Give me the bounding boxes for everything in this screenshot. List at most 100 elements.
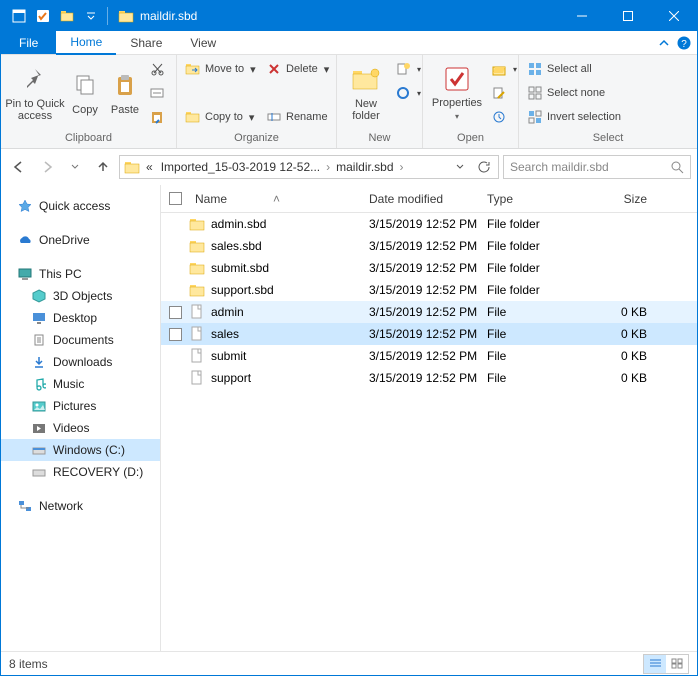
open-button[interactable]: ▾ bbox=[487, 58, 513, 80]
file-name: submit.sbd bbox=[211, 261, 269, 275]
file-row[interactable]: admin3/15/2019 12:52 PMFile0 KB bbox=[161, 301, 697, 323]
folder-icon bbox=[124, 159, 140, 175]
sidebar-item-onedrive[interactable]: OneDrive bbox=[1, 229, 160, 251]
sidebar-item-quick-access[interactable]: Quick access bbox=[1, 195, 160, 217]
maximize-button[interactable] bbox=[605, 1, 651, 31]
tab-view[interactable]: View bbox=[176, 31, 230, 54]
status-bar: 8 items bbox=[1, 651, 697, 675]
new-folder-button[interactable]: New folder bbox=[341, 57, 391, 129]
chevron-right-icon[interactable]: › bbox=[324, 160, 332, 174]
sidebar-item-c-drive[interactable]: Windows (C:) bbox=[1, 439, 160, 461]
file-name: sales bbox=[211, 327, 239, 341]
row-checkbox[interactable] bbox=[169, 328, 189, 341]
rename-button[interactable]: Rename bbox=[262, 106, 332, 128]
pin-to-quick-access-button[interactable]: Pin to Quick access bbox=[5, 57, 65, 129]
copy-path-button[interactable] bbox=[145, 82, 171, 104]
file-row[interactable]: sales.sbd3/15/2019 12:52 PMFile folder bbox=[161, 235, 697, 257]
search-input[interactable] bbox=[510, 160, 671, 174]
column-header-name[interactable]: Name˄ bbox=[189, 192, 369, 206]
file-row[interactable]: submit3/15/2019 12:52 PMFile0 KB bbox=[161, 345, 697, 367]
close-button[interactable] bbox=[651, 1, 697, 31]
ribbon-collapse-icon[interactable] bbox=[659, 38, 669, 48]
recent-locations-button[interactable] bbox=[63, 155, 87, 179]
sidebar-item-d-drive[interactable]: RECOVERY (D:) bbox=[1, 461, 160, 483]
edit-button[interactable] bbox=[487, 82, 513, 104]
sidebar-item-videos[interactable]: Videos bbox=[1, 417, 160, 439]
view-details-button[interactable] bbox=[644, 655, 666, 673]
breadcrumb-overflow[interactable]: « bbox=[142, 156, 157, 178]
file-row[interactable]: submit.sbd3/15/2019 12:52 PMFile folder bbox=[161, 257, 697, 279]
sidebar-item-this-pc[interactable]: This PC bbox=[1, 263, 160, 285]
row-checkbox[interactable] bbox=[169, 306, 189, 319]
help-icon[interactable]: ? bbox=[677, 36, 691, 50]
sidebar-item-downloads[interactable]: Downloads bbox=[1, 351, 160, 373]
qat-customize-icon[interactable] bbox=[79, 5, 103, 27]
sidebar-item-pictures[interactable]: Pictures bbox=[1, 395, 160, 417]
tab-home[interactable]: Home bbox=[56, 31, 116, 55]
copy-icon bbox=[69, 70, 101, 102]
cut-button[interactable] bbox=[145, 58, 171, 80]
new-item-icon bbox=[395, 61, 411, 77]
column-header-size[interactable]: Size bbox=[599, 192, 655, 206]
select-all-checkbox[interactable] bbox=[169, 192, 189, 205]
folder-icon bbox=[189, 216, 205, 232]
invert-selection-button[interactable]: Invert selection bbox=[523, 106, 653, 128]
delete-button[interactable]: Delete▾ bbox=[262, 58, 332, 80]
sort-asc-icon: ˄ bbox=[273, 192, 280, 206]
easy-access-button[interactable]: ▾ bbox=[391, 82, 417, 104]
file-row[interactable]: support3/15/2019 12:52 PMFile0 KB bbox=[161, 367, 697, 389]
sidebar-item-network[interactable]: Network bbox=[1, 495, 160, 517]
file-icon bbox=[189, 348, 205, 364]
minimize-button[interactable] bbox=[559, 1, 605, 31]
move-to-button[interactable]: Move to▾ bbox=[181, 58, 262, 80]
address-dropdown-button[interactable] bbox=[448, 155, 472, 179]
sidebar-item-desktop[interactable]: Desktop bbox=[1, 307, 160, 329]
back-button[interactable] bbox=[7, 155, 31, 179]
paste-button[interactable]: Paste bbox=[105, 57, 145, 129]
column-headers: Name˄ Date modified Type Size bbox=[161, 185, 697, 213]
qat-newfolder-icon[interactable] bbox=[55, 5, 79, 27]
copy-button[interactable]: Copy bbox=[65, 57, 105, 129]
tab-file[interactable]: File bbox=[1, 31, 56, 54]
file-row[interactable]: admin.sbd3/15/2019 12:52 PMFile folder bbox=[161, 213, 697, 235]
move-to-icon bbox=[185, 61, 201, 77]
pin-icon bbox=[19, 64, 51, 96]
select-none-button[interactable]: Select none bbox=[523, 82, 653, 104]
chevron-down-icon: ▾ bbox=[250, 63, 256, 76]
column-header-type[interactable]: Type bbox=[487, 192, 599, 206]
history-button[interactable] bbox=[487, 106, 513, 128]
refresh-button[interactable] bbox=[472, 155, 496, 179]
pc-icon bbox=[17, 266, 33, 282]
properties-button[interactable]: Properties ▾ bbox=[427, 57, 487, 129]
qat-properties-icon[interactable] bbox=[31, 5, 55, 27]
view-large-icons-button[interactable] bbox=[666, 655, 688, 673]
copy-to-button[interactable]: Copy to▾ bbox=[181, 106, 262, 128]
file-row[interactable]: support.sbd3/15/2019 12:52 PMFile folder bbox=[161, 279, 697, 301]
up-button[interactable] bbox=[91, 155, 115, 179]
breadcrumb-seg-1[interactable]: Imported_15-03-2019 12-52... bbox=[157, 156, 324, 178]
file-name: support bbox=[211, 371, 251, 385]
paste-shortcut-button[interactable] bbox=[145, 106, 171, 128]
chevron-down-icon: ▾ bbox=[513, 65, 517, 74]
forward-button[interactable] bbox=[35, 155, 59, 179]
sidebar-item-3d-objects[interactable]: 3D Objects bbox=[1, 285, 160, 307]
breadcrumb-seg-2[interactable]: maildir.sbd bbox=[332, 156, 397, 178]
chevron-down-icon: ▾ bbox=[249, 111, 255, 124]
file-type: File folder bbox=[487, 217, 599, 231]
file-row[interactable]: sales3/15/2019 12:52 PMFile0 KB bbox=[161, 323, 697, 345]
tab-share[interactable]: Share bbox=[116, 31, 176, 54]
select-none-icon bbox=[527, 85, 543, 101]
column-header-date[interactable]: Date modified bbox=[369, 192, 487, 206]
search-box[interactable] bbox=[503, 155, 691, 179]
sidebar-item-documents[interactable]: Documents bbox=[1, 329, 160, 351]
qat-toggle-icon[interactable] bbox=[7, 5, 31, 27]
address-bar[interactable]: « Imported_15-03-2019 12-52... › maildir… bbox=[119, 155, 499, 179]
pictures-icon bbox=[31, 398, 47, 414]
sidebar-item-music[interactable]: Music bbox=[1, 373, 160, 395]
onedrive-icon bbox=[17, 232, 33, 248]
chevron-right-icon[interactable]: › bbox=[398, 160, 406, 174]
new-item-button[interactable]: ▾ bbox=[391, 58, 417, 80]
file-size: 0 KB bbox=[599, 349, 655, 363]
select-all-button[interactable]: Select all bbox=[523, 58, 653, 80]
folder-icon bbox=[189, 282, 205, 298]
